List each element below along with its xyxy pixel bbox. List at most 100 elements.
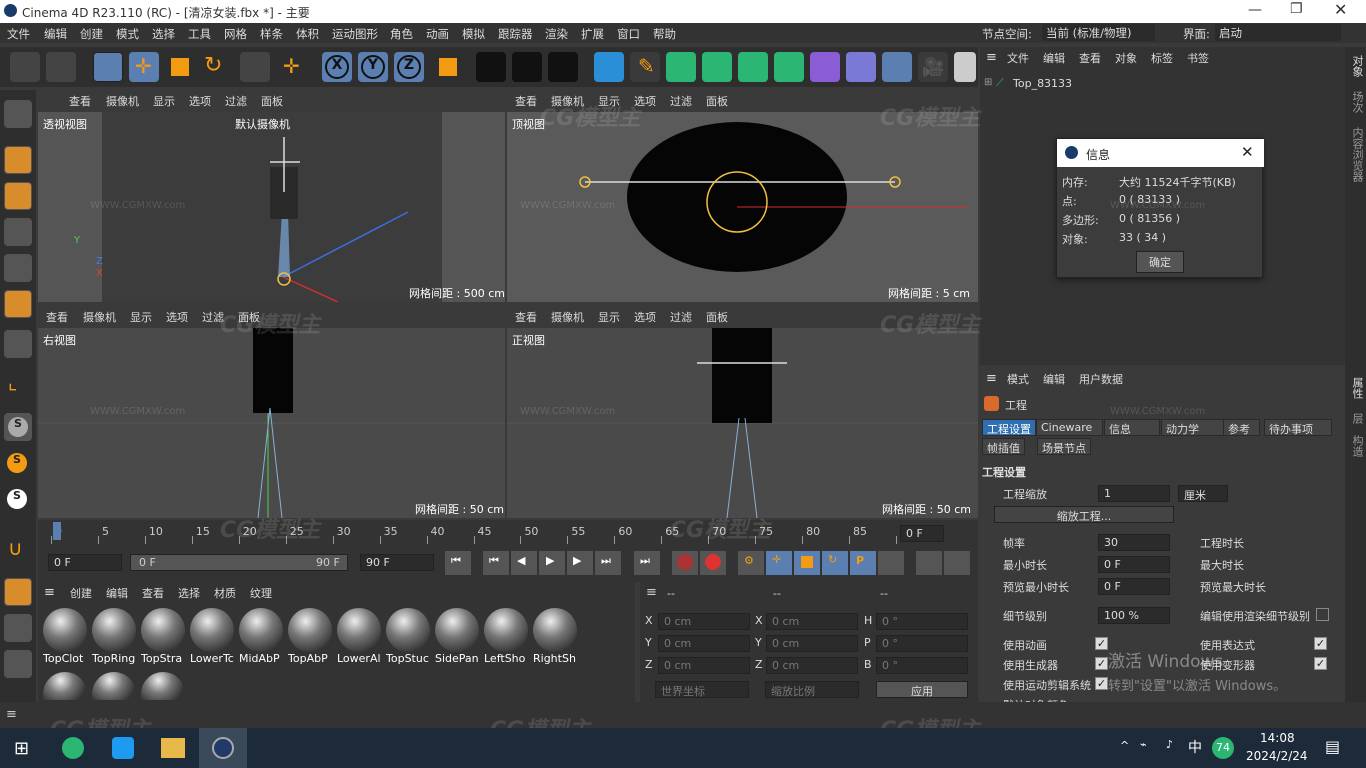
menu-render[interactable]: 渲染: [545, 26, 568, 42]
coord-pos-y-field[interactable]: 0 cm: [658, 635, 750, 652]
recent-tool-icon[interactable]: [240, 52, 270, 82]
playhead[interactable]: [53, 522, 61, 540]
material-item[interactable]: RightSh: [532, 608, 578, 666]
menu-tools[interactable]: 工具: [188, 26, 211, 42]
vp1-view-menu[interactable]: 查看: [69, 93, 91, 109]
start-frame-field[interactable]: 0 F: [48, 554, 122, 571]
render-picture-icon[interactable]: [512, 52, 542, 82]
end-frame-field[interactable]: 90 F: [360, 554, 434, 571]
menu-select[interactable]: 选择: [152, 26, 175, 42]
objects-menu-bookmarks[interactable]: 书签: [1187, 50, 1209, 66]
scale-project-button[interactable]: 缩放工程...: [994, 506, 1174, 523]
badge-icon[interactable]: 74: [1212, 737, 1234, 759]
windows-start-icon[interactable]: ⊞: [14, 738, 29, 759]
points-mode-icon[interactable]: [4, 218, 32, 246]
interface-select[interactable]: 启动: [1215, 24, 1341, 41]
menu-animate[interactable]: 动画: [426, 26, 449, 42]
pen-icon[interactable]: ✎: [630, 52, 660, 82]
frame-range-slider[interactable]: 0 F 90 F: [130, 554, 348, 571]
vp1-filter-menu[interactable]: 过滤: [225, 93, 247, 109]
film-icon[interactable]: [944, 551, 970, 575]
y-axis-icon[interactable]: Y: [358, 52, 388, 82]
vp2-filter-menu[interactable]: 过滤: [670, 93, 692, 109]
coord-scale-select[interactable]: 缩放比例: [765, 681, 859, 698]
material-item[interactable]: TopAbP: [287, 608, 333, 666]
scale-tool-icon[interactable]: [165, 52, 195, 82]
coord-rot-h-field[interactable]: 0 °: [876, 613, 968, 630]
notification-icon[interactable]: ▤: [1325, 737, 1340, 756]
model-mode-icon[interactable]: [4, 146, 32, 174]
hamburger-icon[interactable]: ≡: [986, 371, 997, 386]
menu-spline[interactable]: 样条: [260, 26, 283, 42]
vp2-view-menu[interactable]: 查看: [515, 93, 537, 109]
material-menu-select[interactable]: 选择: [178, 585, 200, 601]
key-scale-icon[interactable]: [794, 551, 820, 575]
object-row[interactable]: ⊞ ⟋ Top_83133: [982, 75, 1102, 93]
ime-indicator[interactable]: 中: [1188, 737, 1202, 757]
menu-tracker[interactable]: 跟踪器: [498, 26, 533, 42]
move-tool-icon[interactable]: ✛: [129, 52, 159, 82]
material-item[interactable]: LowerTc: [189, 608, 235, 666]
volume-icon[interactable]: ♪: [1166, 738, 1173, 751]
select-tool-icon[interactable]: [93, 52, 123, 82]
browser-icon[interactable]: [62, 737, 84, 759]
key-rotation-icon[interactable]: ↻: [822, 551, 848, 575]
vp4-options-menu[interactable]: 选项: [634, 309, 656, 325]
use-deformers-checkbox[interactable]: ✓: [1314, 657, 1327, 670]
side-tab-structure[interactable]: 构造: [1349, 435, 1365, 457]
material-preview-icon[interactable]: [92, 672, 136, 700]
menu-simulate[interactable]: 模拟: [462, 26, 485, 42]
subdivision-icon[interactable]: [666, 52, 696, 82]
vp1-panel-menu[interactable]: 面板: [261, 93, 283, 109]
coord-size-x-field[interactable]: 0 cm: [766, 613, 858, 630]
objects-menu-view[interactable]: 查看: [1079, 50, 1101, 66]
objects-menu-edit[interactable]: 编辑: [1043, 50, 1065, 66]
viewport-right[interactable]: 右视图 网格间距 : 50 cm: [38, 328, 505, 518]
vp3-options-menu[interactable]: 选项: [166, 309, 188, 325]
polygons-mode-icon[interactable]: [4, 290, 32, 318]
uv-mode-icon[interactable]: [4, 330, 32, 358]
key-pla-icon[interactable]: [878, 551, 904, 575]
vp4-filter-menu[interactable]: 过滤: [670, 309, 692, 325]
x-axis-icon[interactable]: X: [322, 52, 352, 82]
lod-field[interactable]: 100 %: [1098, 607, 1170, 624]
go-start-icon[interactable]: ⏮: [445, 551, 471, 575]
vp4-panel-menu[interactable]: 面板: [706, 309, 728, 325]
viewport-front[interactable]: 正视图 网格间距 : 50 cm: [507, 328, 978, 518]
side-tab-attributes[interactable]: 属性: [1349, 377, 1365, 399]
material-preview-icon[interactable]: [141, 672, 185, 700]
tab-dynamics[interactable]: 动力学: [1161, 419, 1227, 436]
floor-icon[interactable]: [882, 52, 912, 82]
objects-menu-file[interactable]: 文件: [1007, 50, 1029, 66]
cloner-icon[interactable]: [738, 52, 768, 82]
coord-size-z-field[interactable]: 0 cm: [766, 657, 858, 674]
vp4-view-menu[interactable]: 查看: [515, 309, 537, 325]
material-preview-icon[interactable]: [43, 672, 87, 700]
material-item[interactable]: TopClot: [42, 608, 88, 666]
tab-frame-interpolation[interactable]: 帧插值: [982, 438, 1025, 455]
next-frame-icon[interactable]: ▶: [567, 551, 593, 575]
rotate-tool-icon[interactable]: ↻: [200, 52, 230, 82]
tab-reference[interactable]: 参考: [1223, 419, 1260, 436]
side-tab-objects[interactable]: 对象: [1349, 55, 1365, 77]
menu-create[interactable]: 创建: [80, 26, 103, 42]
use-animation-checkbox[interactable]: ✓: [1095, 637, 1108, 650]
objects-menu-tags[interactable]: 标签: [1151, 50, 1173, 66]
clock-date[interactable]: 2024/2/24: [1246, 749, 1308, 763]
vp2-panel-menu[interactable]: 面板: [706, 93, 728, 109]
play-icon[interactable]: ▶: [539, 551, 565, 575]
light-icon[interactable]: [954, 52, 976, 82]
record-icon[interactable]: [672, 551, 698, 575]
render-settings-icon[interactable]: [548, 52, 578, 82]
vp3-display-menu[interactable]: 显示: [130, 309, 152, 325]
hamburger-icon[interactable]: ≡: [646, 585, 657, 600]
edges-mode-icon[interactable]: [4, 254, 32, 282]
snap-settings-icon[interactable]: S: [4, 450, 32, 478]
app-icon[interactable]: [112, 737, 134, 759]
material-item[interactable]: LowerAl: [336, 608, 382, 666]
coord-pos-x-field[interactable]: 0 cm: [658, 613, 750, 630]
workplane-icon[interactable]: [4, 578, 32, 606]
current-frame-field[interactable]: 0 F: [900, 525, 944, 542]
menu-character[interactable]: 角色: [390, 26, 413, 42]
coord-space-select[interactable]: 世界坐标: [655, 681, 749, 698]
